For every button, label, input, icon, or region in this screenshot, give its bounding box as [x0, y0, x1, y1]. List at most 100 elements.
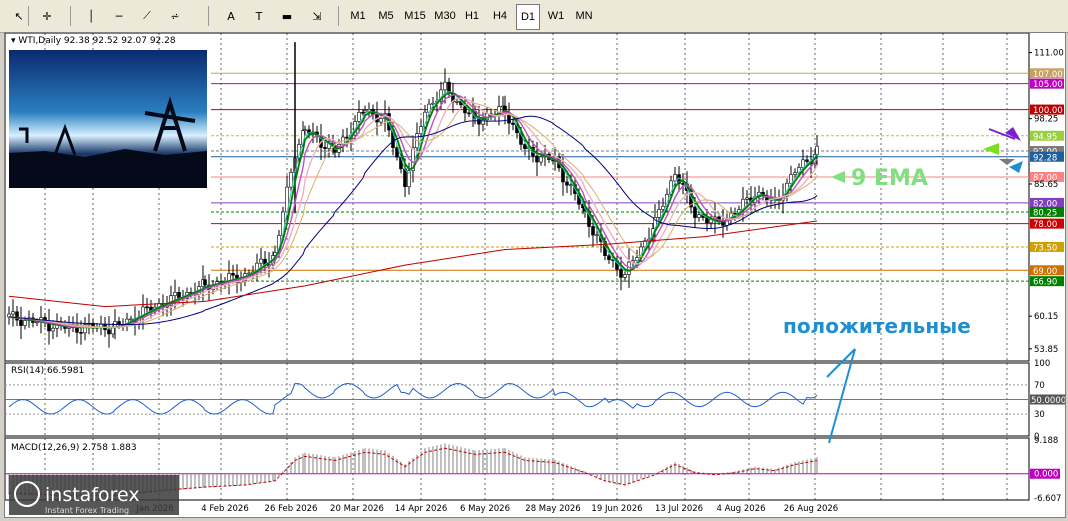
trendline-icon[interactable]: ⟋ — [136, 4, 158, 28]
rsi-axis-label: 100 — [1034, 359, 1050, 369]
candle-body — [681, 183, 685, 185]
price-axis-label: 60.15 — [1034, 312, 1058, 322]
candle-body — [697, 214, 701, 218]
price-axis-label: 98.25 — [1034, 115, 1058, 125]
candle-body — [15, 311, 19, 321]
candle-body — [107, 329, 111, 335]
candle-body — [657, 209, 661, 218]
candle-body — [661, 205, 665, 210]
timeframe-m30-button[interactable]: M30 — [432, 4, 458, 28]
timeframe-m1-button[interactable]: M1 — [346, 4, 370, 28]
price-level-label: 105.00 — [1033, 80, 1063, 90]
date-axis-label: 4 Aug 2026 — [716, 504, 765, 514]
toolbar-separator — [70, 6, 71, 26]
candle-body — [173, 292, 177, 296]
candle-body — [673, 174, 677, 182]
candle-body — [619, 269, 623, 278]
candle-body — [259, 258, 263, 264]
candle-body — [627, 261, 631, 275]
price-level-label: 69.00 — [1033, 267, 1057, 277]
price-level-label: 73.50 — [1033, 243, 1057, 253]
candle-body — [623, 274, 627, 278]
candle-body — [19, 319, 23, 326]
candle-body — [231, 273, 235, 276]
positive-annotation: положительные — [783, 314, 971, 338]
macd-axis-label: 0.000 — [1034, 470, 1058, 480]
date-axis-label: 4 Feb 2026 — [201, 504, 249, 514]
toolbar-separator — [208, 6, 209, 26]
rectangle-icon[interactable]: ▬ — [276, 4, 298, 28]
toolbar: ↖ ✛ │ ─ ⟋ ⩫ A T ▬ ⇲ M1 M5 M15 M30 H1 H4 D1 W1 MN — [0, 0, 1068, 33]
timeframe-mn-button[interactable]: MN — [572, 4, 596, 28]
toolbar-separator — [28, 6, 29, 26]
candle-body — [177, 292, 181, 299]
candle-body — [323, 147, 327, 149]
rsi-axis-label: 70 — [1034, 381, 1045, 391]
candle-body — [745, 197, 749, 200]
timeframe-m15-button[interactable]: M15 — [402, 4, 428, 28]
rsi-value-label: 50.0000 — [1031, 396, 1065, 406]
price-chart[interactable]: 107.00105.00100.0094.9592.0092.2887.0082… — [4, 32, 1068, 517]
candle-body — [403, 168, 407, 188]
toolbar-separator — [338, 6, 339, 26]
date-axis-label: 26 Feb 2026 — [265, 504, 318, 514]
horizontal-line-icon[interactable]: ─ — [108, 4, 130, 28]
candle-body — [117, 321, 121, 325]
candle-body — [443, 81, 447, 91]
price-axis-label: 53.85 — [1034, 345, 1058, 355]
cursor-icon[interactable]: ↖ — [8, 4, 30, 28]
timeframe-m5-button[interactable]: M5 — [374, 4, 398, 28]
candle-body — [535, 155, 539, 163]
timeframe-d1-button[interactable]: D1 — [516, 4, 540, 30]
candle-body — [595, 234, 599, 237]
candle-body — [565, 181, 569, 186]
candle-body — [801, 159, 805, 168]
price-level-label: 78.00 — [1033, 220, 1057, 230]
watermark-brand: instaforex — [45, 484, 140, 506]
date-axis-label: 14 Apr 2026 — [395, 504, 448, 514]
candle-body — [693, 206, 697, 218]
price-level-label: 80.25 — [1033, 208, 1057, 218]
macd-axis-label: 9.188 — [1034, 436, 1058, 446]
candle-body — [539, 156, 543, 163]
ema-annotation: 9 EMA — [851, 166, 928, 191]
candle-body — [511, 122, 515, 125]
symbol-info: ▾ WTI,Daily 92.38 92.52 92.07 92.28 — [11, 36, 176, 46]
timeframe-h1-button[interactable]: H1 — [460, 4, 484, 28]
crosshair-icon[interactable]: ✛ — [36, 4, 58, 28]
date-axis-label: 13 Jul 2026 — [655, 504, 703, 514]
chart-window[interactable]: 107.00105.00100.0094.9592.0092.2887.0082… — [4, 32, 1068, 518]
price-level-label: 94.95 — [1033, 132, 1057, 142]
price-level-label: 107.00 — [1033, 70, 1063, 80]
date-axis-label: 6 May 2026 — [460, 504, 510, 514]
date-axis-label: 19 Jun 2026 — [591, 504, 642, 514]
price-axis-label: 111.00 — [1034, 49, 1064, 59]
candle-body — [129, 318, 133, 321]
candle-body — [591, 226, 595, 236]
rsi-label: RSI(14) 66.5981 — [11, 366, 85, 376]
candle-body — [379, 118, 383, 123]
vertical-line-icon[interactable]: │ — [80, 4, 102, 28]
text-icon[interactable]: A — [220, 4, 242, 28]
candle-body — [11, 311, 15, 315]
timeframe-w1-button[interactable]: W1 — [544, 4, 568, 28]
text-label-icon[interactable]: T — [248, 4, 270, 28]
price-level-label: 66.90 — [1033, 278, 1057, 288]
macd-axis-label: -6.607 — [1034, 494, 1061, 504]
oil-rig-silhouette — [9, 149, 207, 188]
timeframe-h4-button[interactable]: H4 — [488, 4, 512, 28]
candle-body — [455, 101, 459, 103]
fibonacci-icon[interactable]: ⩫ — [164, 4, 186, 28]
candle-body — [815, 145, 819, 155]
candle-body — [303, 129, 307, 132]
date-axis-label: 28 May 2026 — [525, 504, 580, 514]
arrows-icon[interactable]: ⇲ — [306, 4, 328, 28]
candle-body — [23, 320, 27, 326]
candle-body — [793, 172, 797, 175]
candle-body — [467, 112, 471, 115]
candle-body — [607, 255, 611, 260]
candle-body — [357, 112, 361, 122]
candle-body — [79, 332, 83, 334]
candle-body — [145, 306, 149, 309]
price-axis-label: 85.65 — [1034, 180, 1058, 190]
